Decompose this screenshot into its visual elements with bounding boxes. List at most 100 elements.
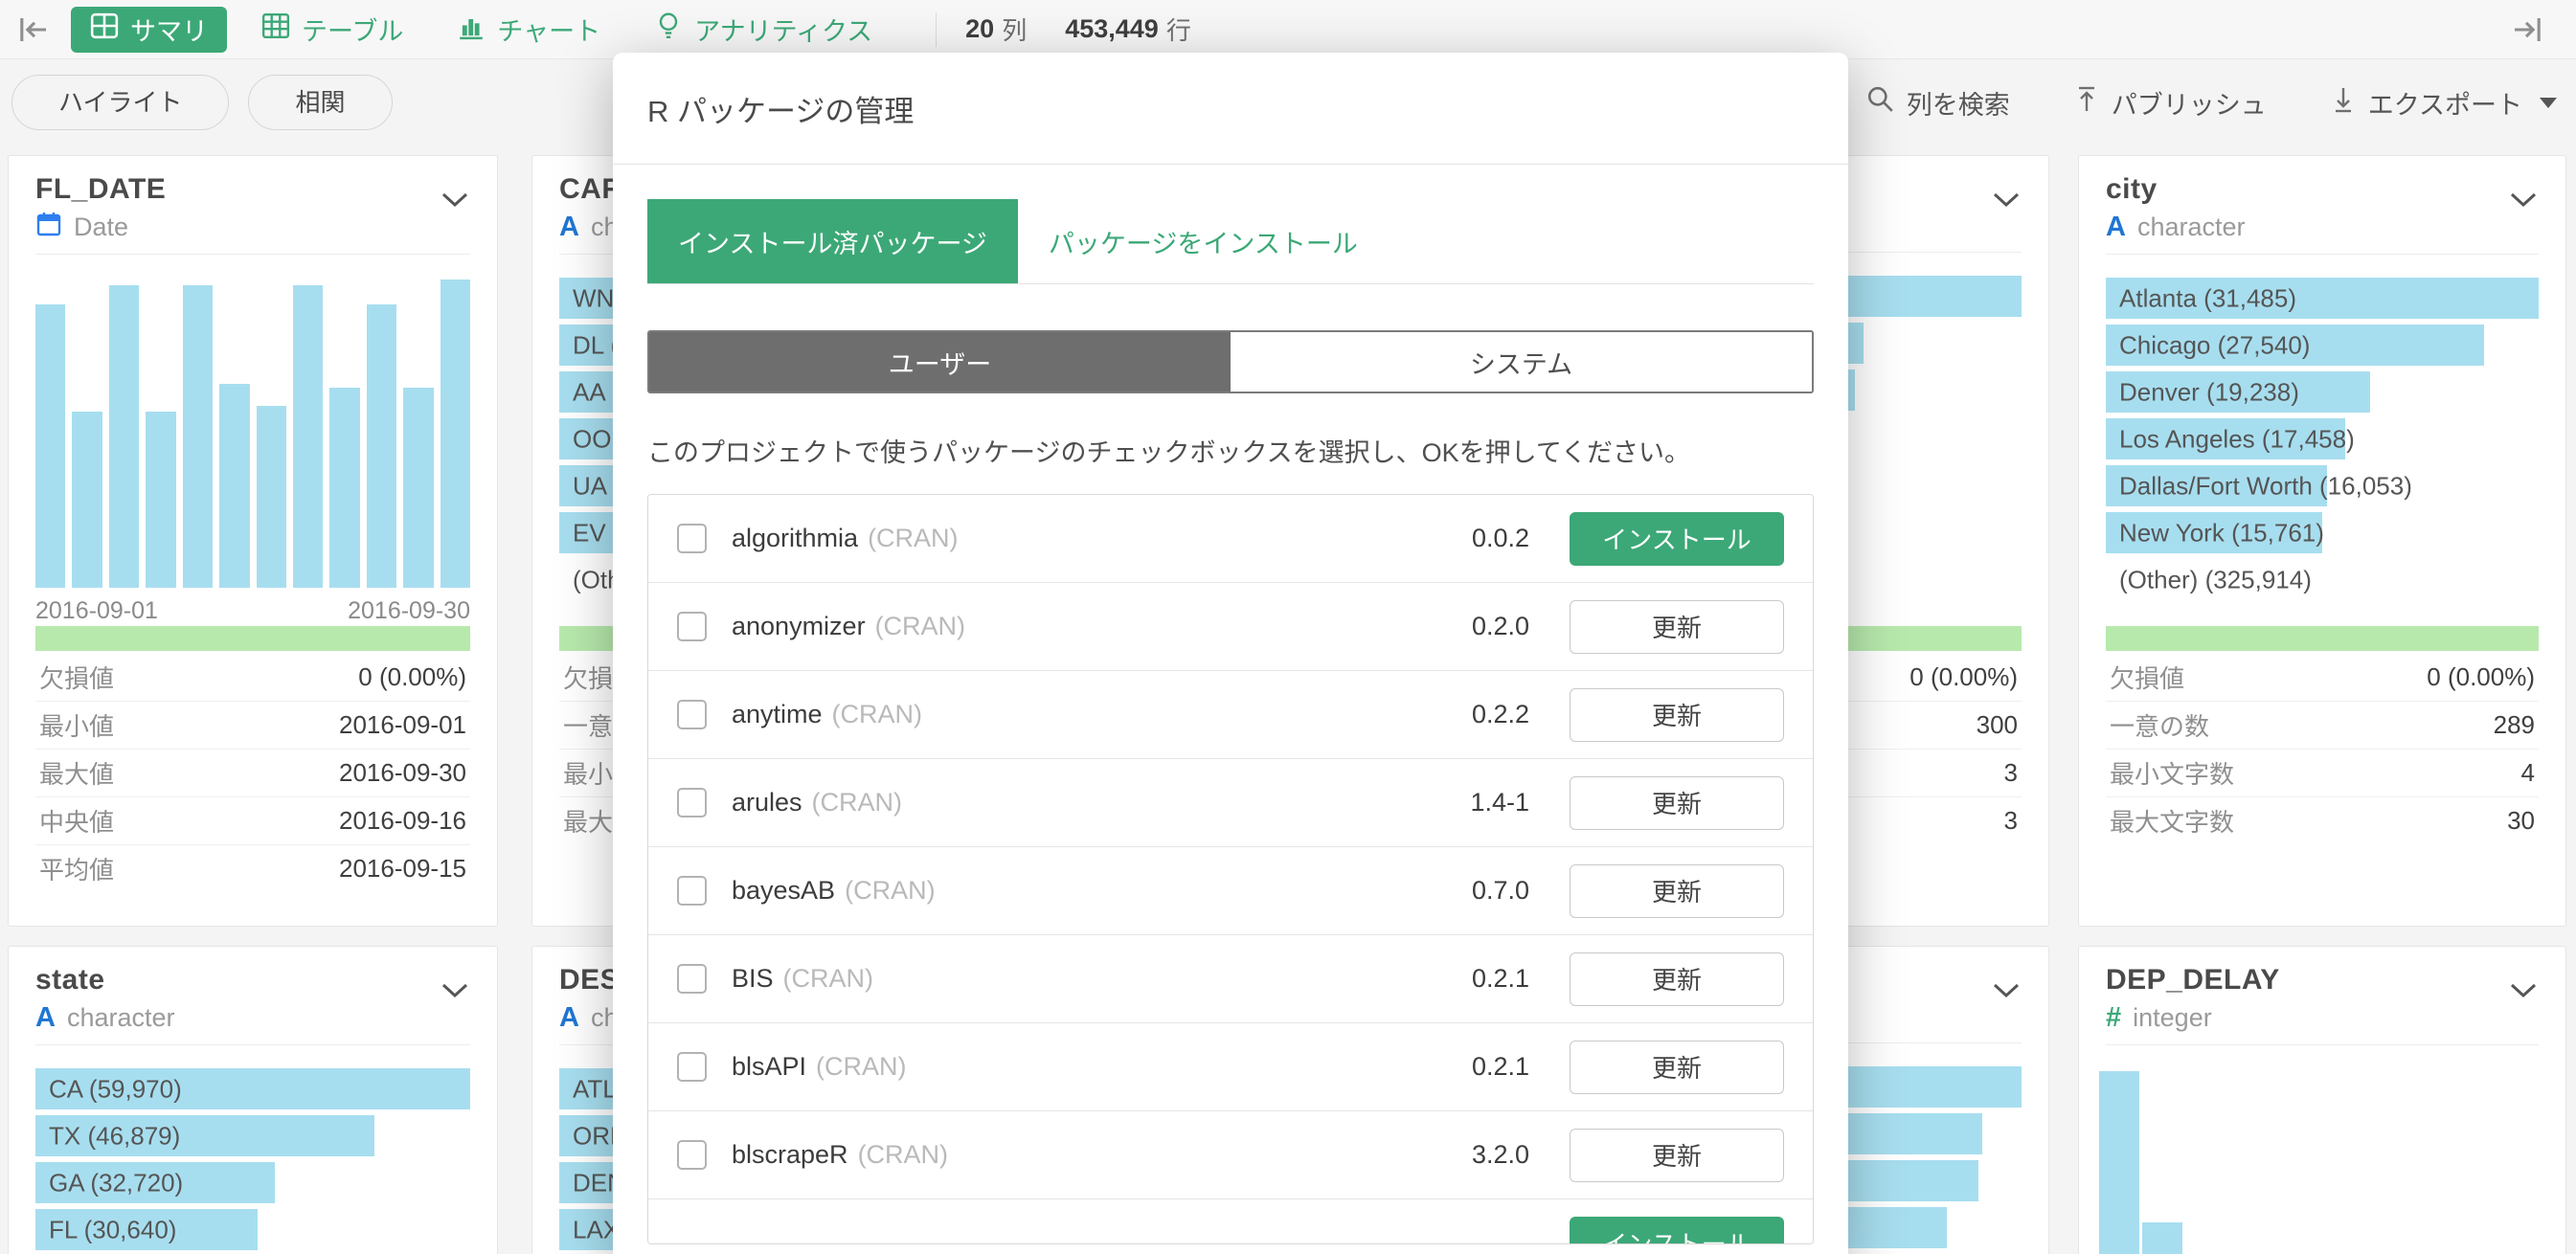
- category-row: Dallas/Fort Worth (16,053): [2106, 465, 2539, 506]
- category-label: GA (32,720): [49, 1168, 183, 1198]
- tab-table-label: テーブル: [302, 11, 403, 48]
- package-source: (CRAN): [783, 964, 874, 994]
- stat-row: 欠損値0 (0.00%): [2106, 654, 2539, 702]
- package-row: bayesAB(CRAN)0.7.0更新: [648, 846, 1813, 934]
- package-version: 0.2.2: [1472, 700, 1529, 729]
- histogram-bar: [403, 388, 433, 588]
- stat-label: 平均値: [39, 851, 114, 886]
- stat-value: 289: [2494, 710, 2535, 740]
- column-title: FL_DATE: [35, 173, 470, 206]
- highlight-pill-button[interactable]: ハイライト: [11, 75, 229, 130]
- package-row: BIS(CRAN)0.2.1更新: [648, 934, 1813, 1022]
- stat-value: 2016-09-01: [339, 710, 466, 740]
- collapse-left-icon[interactable]: [13, 9, 56, 51]
- chevron-down-icon[interactable]: [1991, 190, 2022, 214]
- chevron-down-icon[interactable]: [440, 981, 470, 1005]
- update-button[interactable]: 更新: [1570, 776, 1784, 830]
- histogram-bar: [2099, 1071, 2139, 1254]
- install-button[interactable]: インストール: [1570, 512, 1784, 566]
- package-list[interactable]: algorithmia(CRAN)0.0.2インストールanonymizer(C…: [647, 494, 1814, 1244]
- character-type-icon: A: [35, 1002, 56, 1034]
- toolbar-divider: [936, 12, 937, 47]
- package-checkbox[interactable]: [677, 876, 707, 906]
- publish-button[interactable]: パブリッシュ: [2073, 84, 2267, 122]
- category-row: Los Angeles (17,458): [2106, 418, 2539, 459]
- category-label: FL (30,640): [49, 1215, 176, 1244]
- collapse-right-icon[interactable]: [2505, 9, 2547, 51]
- category-row: CA (59,970): [35, 1068, 470, 1109]
- histogram-bar: [183, 285, 213, 588]
- search-columns-button[interactable]: 列を検索: [1866, 84, 2010, 122]
- stats-table: 欠損値0 (0.00%)最小値2016-09-01最大値2016-09-30中央…: [35, 654, 470, 892]
- tab-installed-packages[interactable]: インストール済パッケージ: [647, 199, 1018, 283]
- package-source: (CRAN): [875, 612, 966, 641]
- package-checkbox[interactable]: [677, 1140, 707, 1170]
- package-row: blscrapeR(CRAN)3.2.0更新: [648, 1110, 1813, 1198]
- category-label: CA (59,970): [49, 1074, 182, 1104]
- histogram-bar: [293, 285, 323, 588]
- package-source: (CRAN): [816, 1052, 907, 1082]
- histogram-bar: [441, 280, 470, 588]
- category-row: Chicago (27,540): [2106, 325, 2539, 366]
- segment-system[interactable]: システム: [1231, 332, 1812, 392]
- package-row: algorithmia(CRAN)0.0.2インストール: [648, 495, 1813, 582]
- chevron-down-icon[interactable]: [2508, 190, 2539, 214]
- stats-table: 欠損値0 (0.00%)一意の数289最小文字数4最大文字数30: [2106, 654, 2539, 844]
- stat-label: 一意の数: [2110, 707, 2209, 743]
- package-checkbox[interactable]: [677, 612, 707, 641]
- lightbulb-icon: [654, 11, 683, 47]
- export-label: エクスポート: [2368, 84, 2522, 122]
- update-button[interactable]: 更新: [1570, 1041, 1784, 1094]
- segment-user[interactable]: ユーザー: [649, 332, 1231, 392]
- stat-label: 中央値: [39, 803, 114, 839]
- histogram-bar: [2142, 1222, 2182, 1254]
- histogram-bar: [35, 304, 65, 588]
- install-button[interactable]: インストール: [1570, 1217, 1784, 1245]
- package-checkbox[interactable]: [677, 524, 707, 553]
- export-arrow-icon: [2330, 85, 2357, 121]
- chevron-down-icon[interactable]: [2508, 981, 2539, 1005]
- update-button[interactable]: 更新: [1570, 864, 1784, 918]
- column-type-label: integer: [2133, 1003, 2212, 1033]
- package-source: (CRAN): [868, 524, 959, 553]
- tab-analytics-label: アナリティクス: [694, 11, 872, 48]
- tab-summary[interactable]: サマリ: [71, 7, 227, 53]
- chevron-down-icon[interactable]: [440, 190, 470, 214]
- category-label: Chicago (27,540): [2119, 330, 2310, 360]
- package-name: blscrapeR: [732, 1140, 848, 1170]
- category-row: Denver (19,238): [2106, 371, 2539, 413]
- package-version: 0.7.0: [1472, 876, 1529, 906]
- package-checkbox[interactable]: [677, 964, 707, 994]
- x-axis-max: 2016-09-30: [348, 597, 470, 625]
- stat-row: 平均値2016-09-15: [35, 845, 470, 892]
- category-label: Denver (19,238): [2119, 377, 2299, 407]
- update-button[interactable]: 更新: [1570, 952, 1784, 1006]
- stat-row: 欠損値0 (0.00%): [35, 654, 470, 702]
- stat-value: 3: [2004, 758, 2018, 788]
- tab-chart[interactable]: チャート: [438, 7, 620, 53]
- column-type-label: character: [67, 1003, 175, 1033]
- histogram-bar: [109, 285, 139, 588]
- export-caret-icon: [2540, 98, 2557, 108]
- category-label: Atlanta (31,485): [2119, 283, 2296, 313]
- package-row: anonymizer(CRAN)0.2.0更新: [648, 582, 1813, 670]
- r-package-manager-dialog: R パッケージの管理 インストール済パッケージ パッケージをインストール ユーザ…: [613, 53, 1848, 1254]
- package-checkbox[interactable]: [677, 1052, 707, 1082]
- character-type-icon: A: [559, 1002, 579, 1034]
- update-button[interactable]: 更新: [1570, 688, 1784, 742]
- tab-analytics[interactable]: アナリティクス: [635, 7, 892, 53]
- tab-install-packages[interactable]: パッケージをインストール: [1022, 199, 1385, 283]
- package-checkbox[interactable]: [677, 788, 707, 817]
- chevron-down-icon[interactable]: [1991, 981, 2022, 1005]
- update-button[interactable]: 更新: [1570, 600, 1784, 654]
- package-name: anytime: [732, 700, 823, 729]
- category-label: TX (46,879): [49, 1121, 180, 1151]
- update-button[interactable]: 更新: [1570, 1129, 1784, 1182]
- export-button[interactable]: エクスポート: [2330, 84, 2557, 122]
- stat-row: 最小値2016-09-01: [35, 702, 470, 750]
- character-type-icon: A: [2106, 212, 2126, 243]
- tab-table[interactable]: テーブル: [242, 7, 422, 53]
- correlation-pill-button[interactable]: 相関: [248, 75, 392, 130]
- package-checkbox[interactable]: [677, 700, 707, 729]
- top-toolbar: サマリ テーブル チャート アナリティクス 20 列 453,449 行: [0, 0, 2576, 59]
